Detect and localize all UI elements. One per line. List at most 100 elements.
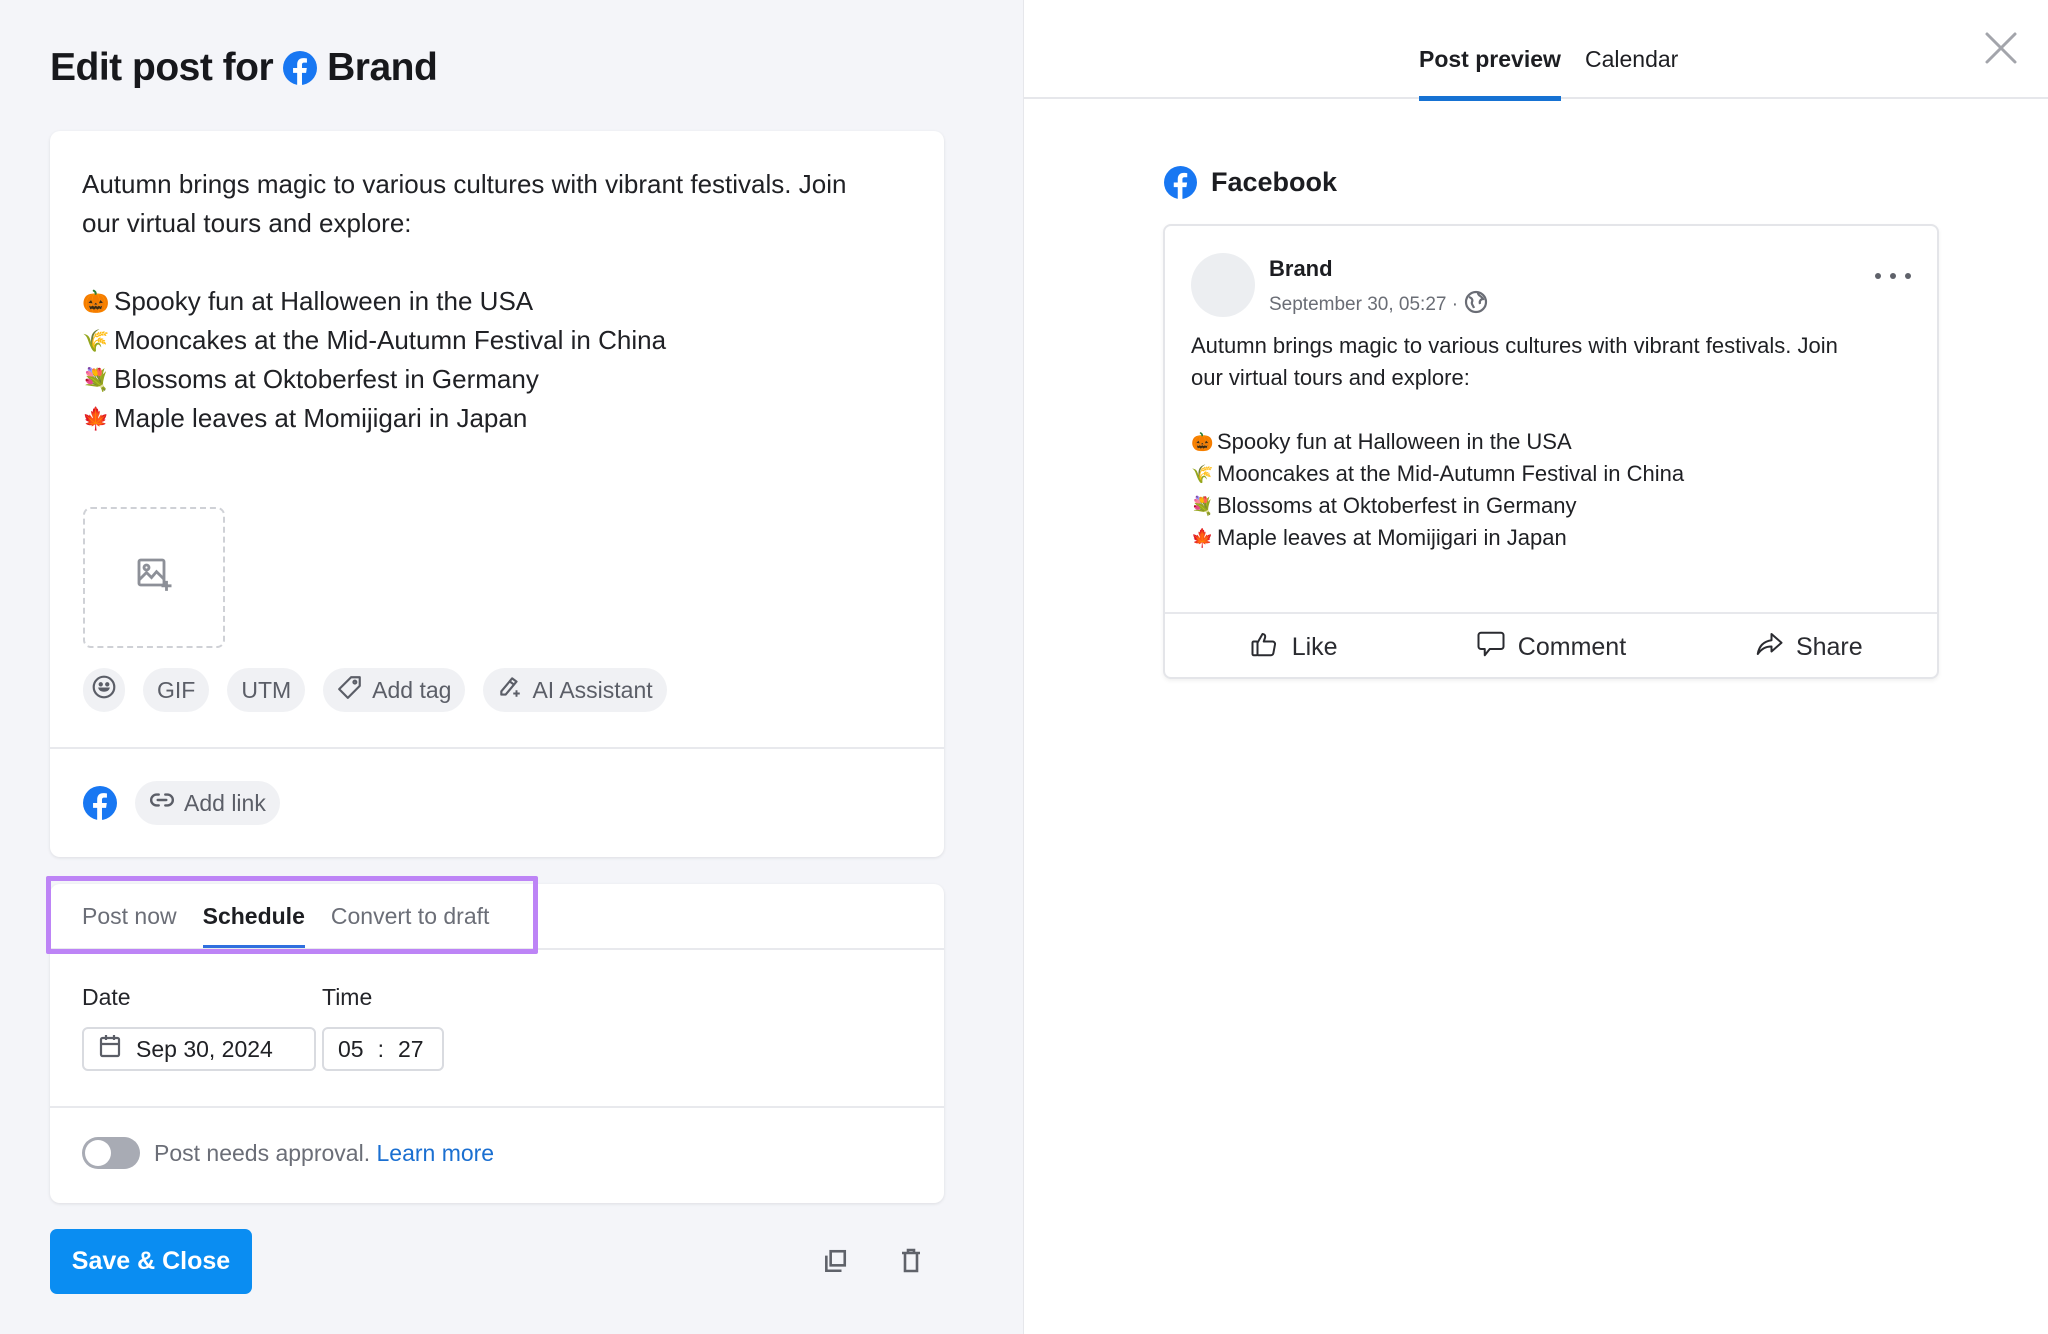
preview-pane: Post preview Calendar Facebook Brand Sep…: [1023, 0, 2048, 1334]
add-image-icon: [134, 555, 174, 600]
rice-sheaf-icon: 🌾: [82, 328, 110, 353]
share-button[interactable]: Share: [1680, 616, 1937, 679]
close-button[interactable]: [1983, 30, 2019, 66]
tab-convert-to-draft[interactable]: Convert to draft: [331, 884, 490, 948]
emoji-button[interactable]: [83, 668, 125, 712]
add-media-dropzone[interactable]: [83, 507, 225, 648]
approval-text: Post needs approval.: [154, 1139, 371, 1166]
delete-button[interactable]: [891, 1243, 931, 1283]
date-picker[interactable]: Sep 30, 2024: [82, 1027, 316, 1071]
account-name: Brand: [1269, 256, 1333, 281]
publish-options-card: Post now Schedule Convert to draft Date …: [50, 884, 944, 1203]
divider: [1165, 612, 1937, 614]
post-actions: Like Comment Share: [1165, 616, 1937, 679]
jack-o-lantern-icon: 🎃: [82, 289, 110, 314]
duplicate-button[interactable]: [815, 1243, 855, 1283]
post-meta: September 30, 05:27 ·: [1269, 290, 1488, 320]
page-title-account: Brand: [327, 46, 438, 89]
post-editor-card: Autumn brings magic to various cultures …: [50, 131, 944, 857]
post-list-item-text: Spooky fun at Halloween in the USA: [114, 286, 534, 316]
post-list-item: 💐 Blossoms at Oktoberfest in Germany: [1191, 490, 1921, 522]
tab-calendar[interactable]: Calendar: [1585, 46, 1678, 99]
post-list-item: 🌾 Mooncakes at the Mid-Autumn Festival i…: [1191, 458, 1921, 490]
post-preview-text: Autumn brings magic to various cultures …: [1191, 330, 1921, 554]
post-text-line: our virtual tours and explore:: [82, 208, 412, 238]
close-icon: [1983, 32, 2019, 70]
post-timestamp: September 30, 05:27 ·: [1269, 294, 1459, 315]
divider: [50, 747, 944, 749]
comment-button[interactable]: Comment: [1422, 616, 1679, 679]
gif-button-label: GIF: [157, 676, 196, 703]
facebook-post-preview: Brand September 30, 05:27 · Autumn bring…: [1163, 224, 1939, 679]
tag-icon: [337, 674, 363, 706]
save-and-close-button[interactable]: Save & Close: [50, 1229, 252, 1294]
editor-pane: Edit post for Brand Autumn brings magic …: [0, 0, 1023, 1334]
post-list-item-text: Maple leaves at Momijigari in Japan: [1217, 525, 1567, 550]
dot: [1905, 273, 1911, 279]
bouquet-icon: 💐: [82, 367, 110, 392]
like-label: Like: [1291, 633, 1338, 661]
utm-button[interactable]: UTM: [227, 668, 306, 712]
dot: [1890, 273, 1896, 279]
time-label: Time: [322, 984, 373, 1010]
post-list-item: 💐 Blossoms at Oktoberfest in Germany: [82, 360, 922, 399]
time-hour[interactable]: 05: [338, 1036, 364, 1063]
link-icon: [149, 787, 175, 819]
time-minute[interactable]: 27: [398, 1036, 424, 1063]
time-picker[interactable]: 05 : 27: [322, 1027, 444, 1071]
share-label: Share: [1795, 633, 1863, 661]
add-tag-label: Add tag: [372, 676, 452, 703]
calendar-icon: [98, 1033, 122, 1065]
facebook-icon: [1164, 166, 1197, 199]
date-label: Date: [82, 984, 131, 1010]
maple-leaf-icon: 🍁: [82, 406, 110, 431]
globe-icon: [1464, 290, 1488, 320]
divider: [50, 1106, 944, 1108]
network-row: Add link: [83, 781, 280, 825]
post-list-item: 🎃 Spooky fun at Halloween in the USA: [82, 282, 922, 321]
ai-assistant-button[interactable]: AI Assistant: [483, 668, 667, 712]
jack-o-lantern-icon: 🎃: [1191, 432, 1214, 452]
maple-leaf-icon: 🍁: [1191, 528, 1214, 548]
gif-button[interactable]: GIF: [143, 668, 210, 712]
add-tag-button[interactable]: Add tag: [323, 668, 466, 712]
post-list-item: 🍁 Maple leaves at Momijigari in Japan: [1191, 522, 1921, 554]
comment-label: Comment: [1517, 633, 1627, 661]
thumbs-up-icon: [1250, 629, 1280, 666]
post-text-line: our virtual tours and explore:: [1191, 365, 1470, 390]
tab-post-now[interactable]: Post now: [82, 884, 177, 948]
add-link-button[interactable]: Add link: [135, 781, 280, 825]
add-link-label: Add link: [184, 789, 266, 816]
approval-toggle[interactable]: [82, 1137, 140, 1169]
post-text-editor[interactable]: Autumn brings magic to various cultures …: [82, 165, 922, 438]
post-text-line: Autumn brings magic to various cultures …: [82, 169, 847, 199]
network-name: Facebook: [1211, 167, 1338, 197]
time-separator: :: [377, 1035, 384, 1062]
facebook-icon: [283, 51, 318, 85]
learn-more-link[interactable]: Learn more: [376, 1140, 494, 1166]
tab-post-preview[interactable]: Post preview: [1419, 46, 1561, 101]
copy-icon: [822, 1248, 848, 1279]
magic-pen-icon: [497, 674, 523, 706]
approval-row: Post needs approval. Learn more: [82, 1137, 494, 1169]
post-list-item-text: Blossoms at Oktoberfest in Germany: [114, 364, 539, 394]
page-title-prefix: Edit post for: [50, 46, 274, 89]
date-value: Sep 30, 2024: [136, 1035, 273, 1062]
like-button[interactable]: Like: [1165, 616, 1422, 679]
post-list-item: 🍁 Maple leaves at Momijigari in Japan: [82, 399, 922, 438]
post-list-item-text: Mooncakes at the Mid-Autumn Festival in …: [114, 325, 667, 355]
publish-mode-tabs: Post now Schedule Convert to draft: [82, 884, 489, 948]
bouquet-icon: 💐: [1191, 496, 1214, 516]
page-title: Edit post for Brand: [50, 46, 438, 90]
smiley-icon: [91, 674, 117, 706]
rice-sheaf-icon: 🌾: [1191, 464, 1214, 484]
post-list-item-text: Maple leaves at Momijigari in Japan: [114, 403, 528, 433]
avatar: [1191, 253, 1255, 317]
post-list-item-text: Mooncakes at the Mid-Autumn Festival in …: [1217, 461, 1685, 486]
tab-schedule[interactable]: Schedule: [202, 884, 306, 948]
post-list-item: 🎃 Spooky fun at Halloween in the USA: [1191, 426, 1921, 458]
more-options-button[interactable]: [1875, 266, 1911, 286]
preview-header: Post preview Calendar: [1024, 0, 2048, 101]
divider: [50, 948, 944, 950]
network-preview-title: Facebook: [1164, 166, 1337, 199]
